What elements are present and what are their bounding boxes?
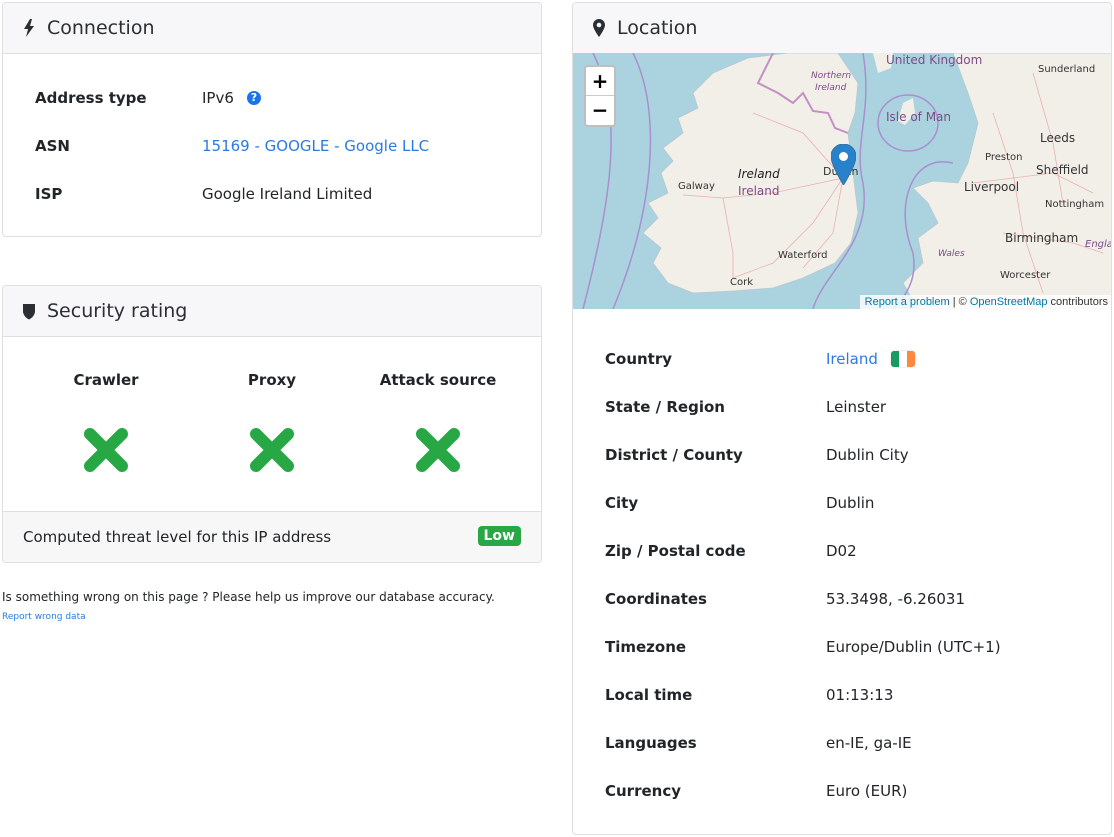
threat-level-badge: Low [477, 526, 521, 546]
address-type-label: Address type [35, 89, 147, 107]
map-label-united-kingdom: United Kingdom [886, 53, 983, 67]
crawler-label: Crawler [73, 371, 139, 389]
district-label: District / County [605, 446, 743, 464]
map-attribution: Report a problem | © OpenStreetMap contr… [859, 295, 1111, 309]
zoom-out-button[interactable]: − [586, 96, 614, 125]
zoom-in-button[interactable]: + [586, 67, 614, 96]
ireland-flag-icon [890, 351, 915, 367]
attribution-separator: | © [949, 296, 970, 308]
coordinates-value: 53.3498, -6.26031 [826, 590, 966, 608]
map-label-leeds: Leeds [1040, 131, 1076, 145]
local-time-value: 01:13:13 [826, 686, 894, 704]
threat-footer-text: Computed threat level for this IP addres… [23, 528, 332, 546]
connection-header: Connection [3, 3, 541, 54]
map-label-nottingham: Nottingham [1045, 199, 1105, 210]
asn-link[interactable]: 15169 - GOOGLE - Google LLC [202, 137, 429, 155]
map-label-galway: Galway [678, 181, 715, 192]
state-value: Leinster [826, 398, 887, 416]
address-type-value: IPv6 [202, 89, 234, 107]
zip-value: D02 [826, 542, 857, 560]
map-label-cork: Cork [730, 277, 754, 288]
timezone-label: Timezone [605, 638, 687, 656]
country-label: Country [605, 350, 673, 368]
proxy-label: Proxy [247, 371, 297, 389]
map-label-ireland-island: Ireland [738, 167, 780, 181]
map-label-liverpool: Liverpool [964, 180, 1020, 194]
map-label-wales: Wales [938, 249, 965, 259]
city-value: Dublin [826, 494, 875, 512]
cross-icon [84, 428, 128, 472]
map-marker-pin[interactable] [831, 144, 856, 185]
map-label-birmingham: Birmingham [1005, 231, 1079, 245]
map-label-preston: Preston [985, 152, 1023, 163]
state-label: State / Region [605, 398, 725, 416]
cross-icon [416, 428, 460, 472]
map-zoom-control: + − [584, 65, 616, 127]
map-label-isle-of-man: Isle of Man [886, 110, 952, 124]
coordinates-label: Coordinates [605, 590, 707, 608]
languages-label: Languages [605, 734, 697, 752]
map[interactable]: United Kingdom Northern Ireland Isle of … [573, 53, 1112, 309]
security-card: Security rating Crawler Proxy Attack sou… [2, 285, 542, 563]
local-time-label: Local time [605, 686, 693, 704]
location-title: Location [617, 17, 698, 39]
report-a-problem-link[interactable]: Report a problem [865, 296, 950, 308]
map-label-northern-ireland: Ireland [815, 83, 847, 93]
currency-value: Euro (EUR) [826, 782, 908, 800]
attribution-contributors: contributors [1047, 296, 1108, 308]
cross-icon [250, 428, 294, 472]
connection-card: Connection Address type IPv6 ? ASN 15169… [2, 2, 542, 237]
location-card: Location United Kingdom Northern Ireland… [572, 2, 1112, 835]
shield-icon [21, 302, 37, 320]
map-label-ireland-country: Ireland [738, 184, 780, 198]
map-label-northern: Northern [811, 71, 852, 81]
attack-source-label: Attack source [379, 371, 497, 389]
openstreetmap-link[interactable]: OpenStreetMap [970, 296, 1048, 308]
district-value: Dublin City [826, 446, 909, 464]
timezone-value: Europe/Dublin (UTC+1) [826, 638, 1001, 656]
asn-label: ASN [35, 137, 70, 155]
map-label-england: Engla [1085, 239, 1112, 250]
map-label-waterford: Waterford [778, 250, 828, 261]
map-label-worcester: Worcester [1000, 270, 1051, 281]
report-prompt: Is something wrong on this page ? Please… [2, 590, 495, 604]
zip-label: Zip / Postal code [605, 542, 746, 560]
security-header: Security rating [3, 286, 541, 337]
isp-label: ISP [35, 185, 63, 203]
city-label: City [605, 494, 639, 512]
isp-value: Google Ireland Limited [202, 185, 373, 203]
threat-footer: Computed threat level for this IP addres… [3, 511, 541, 562]
map-label-sheffield: Sheffield [1036, 163, 1089, 177]
map-label-sunderland: Sunderland [1038, 64, 1096, 75]
map-marker-icon [591, 19, 607, 37]
languages-value: en-IE, ga-IE [826, 734, 912, 752]
report-wrong-data-link[interactable]: Report wrong data [2, 612, 86, 622]
country-link[interactable]: Ireland [826, 350, 878, 368]
security-title: Security rating [47, 300, 188, 322]
location-header: Location [573, 3, 1111, 54]
question-circle-icon[interactable]: ? [246, 91, 261, 105]
bolt-icon [21, 19, 37, 37]
connection-title: Connection [47, 17, 155, 39]
currency-label: Currency [605, 782, 682, 800]
